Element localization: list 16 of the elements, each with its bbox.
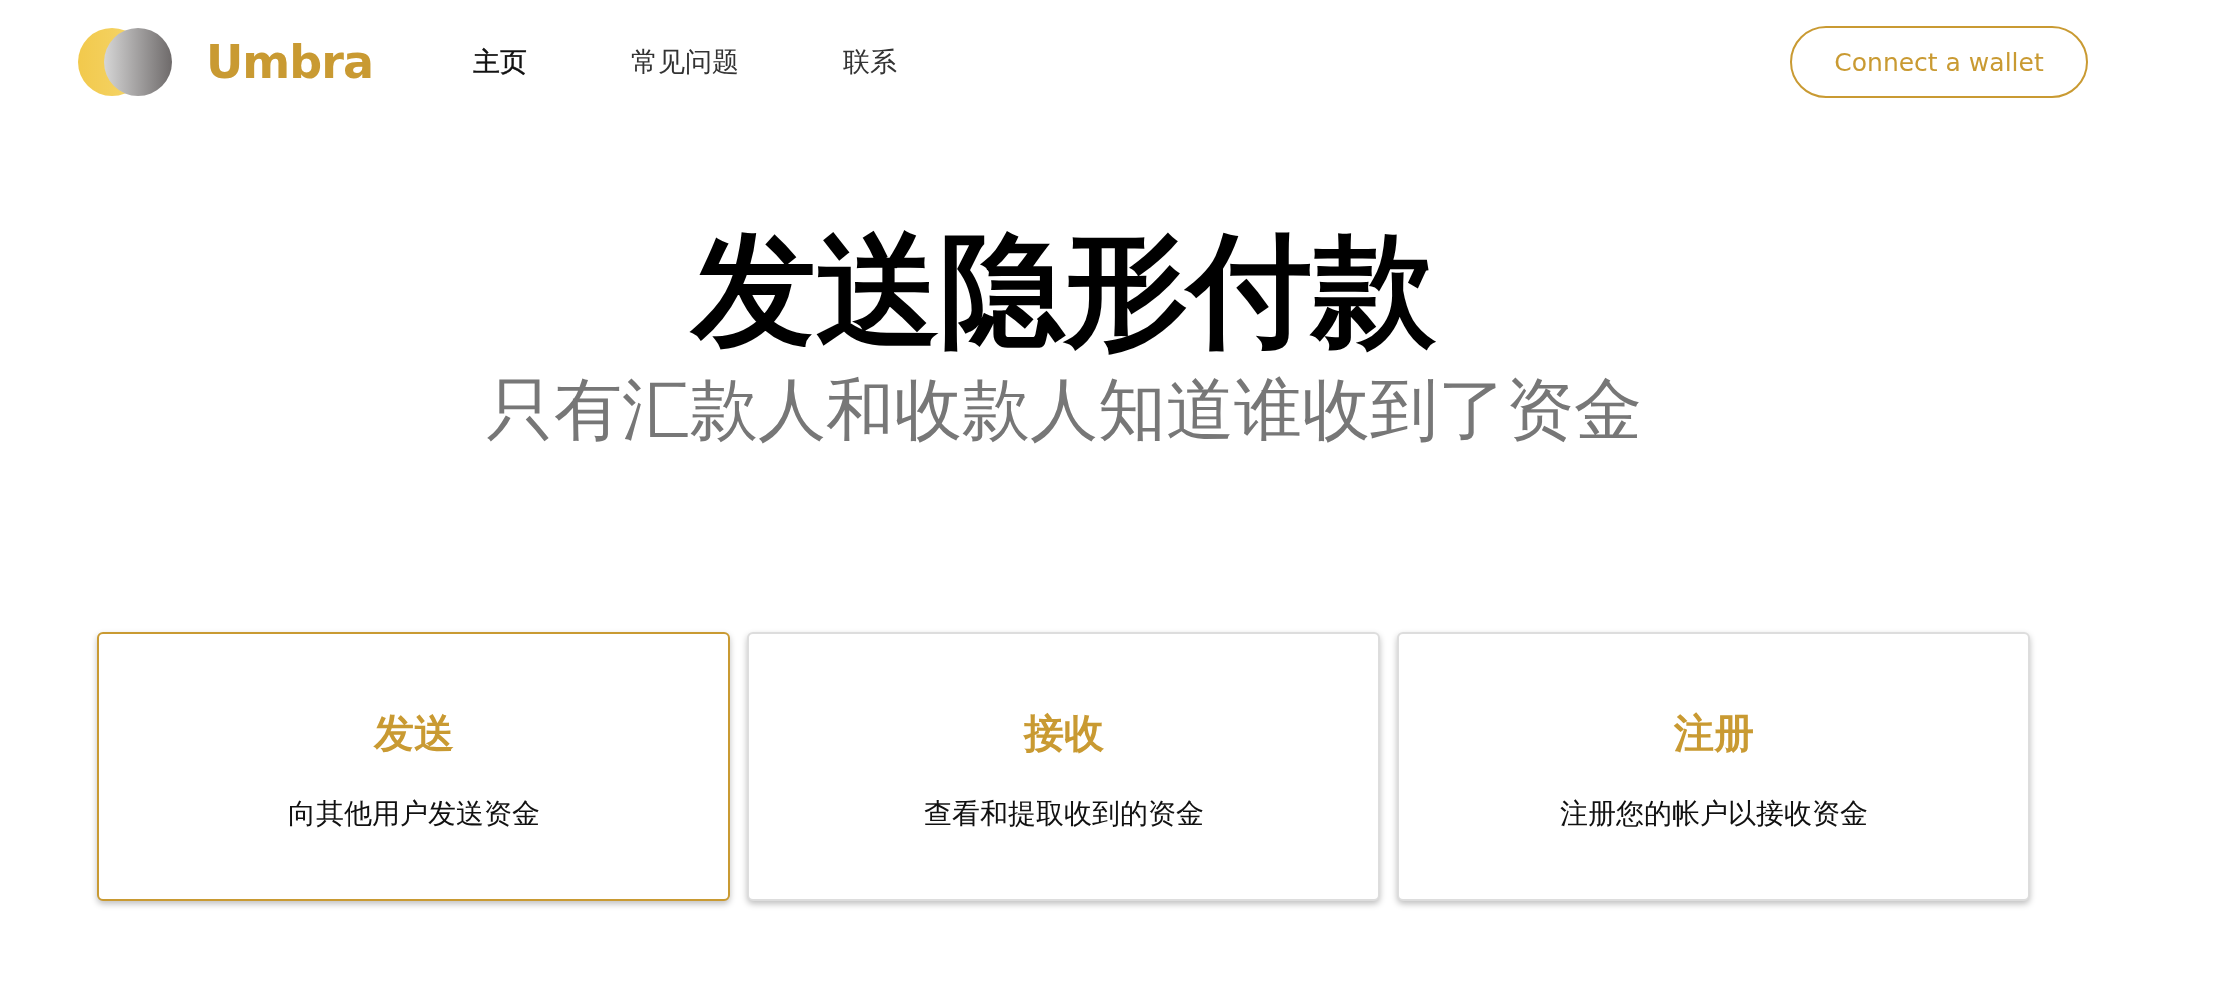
hero-title: 发送隐形付款 xyxy=(692,220,1436,360)
nav-link[interactable]: 联系 xyxy=(842,44,897,80)
card-description: 向其他用户发送资金 xyxy=(287,796,540,832)
action-card[interactable]: 发送 向其他用户发送资金 xyxy=(97,632,730,901)
hero-subtitle: 只有汇款人和收款人知道谁收到了资金 xyxy=(486,370,1642,450)
card-description: 查看和提取收到的资金 xyxy=(923,796,1204,832)
card-title: 接收 xyxy=(1023,709,1104,758)
action-card[interactable]: 注册 注册您的帐户以接收资金 xyxy=(1397,632,2030,901)
logo-icon xyxy=(78,28,172,96)
card-description: 注册您的帐户以接收资金 xyxy=(1559,796,1868,832)
card-title: 注册 xyxy=(1673,709,1754,758)
logo-text: Umbra xyxy=(206,35,373,89)
nav-link[interactable]: 主页 xyxy=(472,44,527,80)
action-card[interactable]: 接收 查看和提取收到的资金 xyxy=(747,632,1380,901)
nav-link[interactable]: 常见问题 xyxy=(630,44,739,80)
card-title: 发送 xyxy=(373,709,454,758)
